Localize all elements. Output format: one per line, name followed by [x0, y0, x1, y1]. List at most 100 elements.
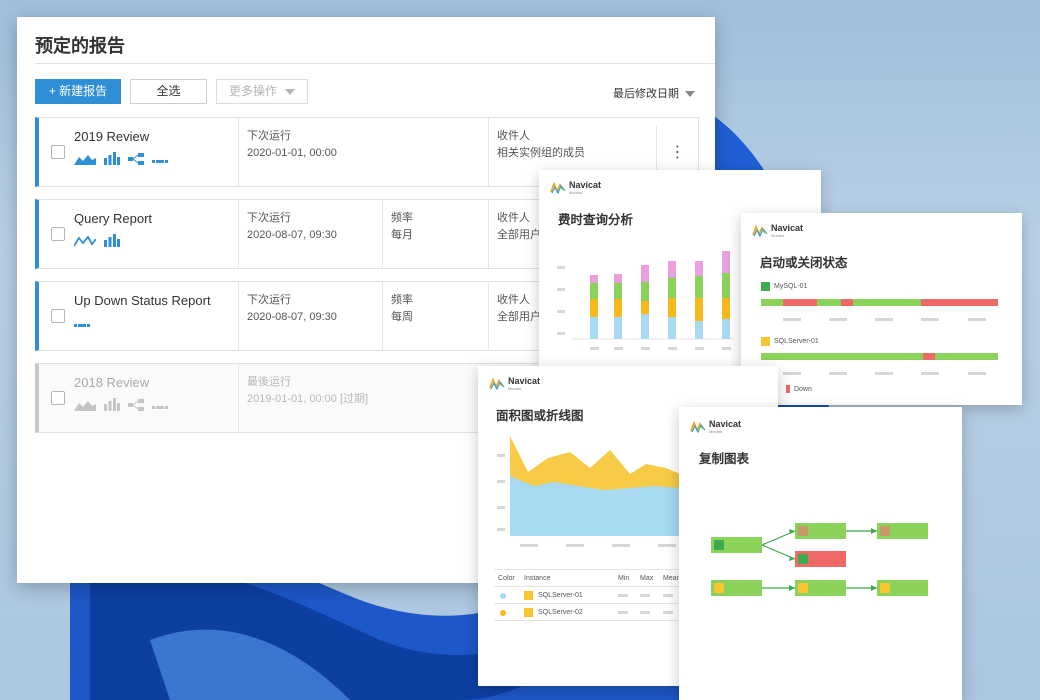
- next-run-label: 下次运行: [247, 212, 291, 224]
- report-chart-icons: [74, 151, 168, 165]
- card-title: 复制图表: [699, 452, 750, 466]
- status-bar-icon: [152, 406, 168, 409]
- last-run-label: 最後运行: [247, 376, 291, 388]
- frequency-label: 频率: [391, 294, 413, 306]
- recipients-value: 相关实例组的成员: [497, 147, 585, 159]
- series-label: SQLServer-01: [774, 338, 819, 345]
- up-down-status-card: Navicat Monitor 启动或关闭状态 MySQL-01 SQLServe…: [741, 213, 1022, 405]
- replication-topology: [711, 523, 928, 596]
- col-instance: Instance: [524, 575, 551, 582]
- series-label: MySQL-01: [774, 283, 808, 290]
- bar-chart-icon: [104, 152, 120, 165]
- next-run-label: 下次运行: [247, 294, 291, 306]
- logo-subtitle: Monitor: [508, 386, 522, 391]
- axis-tick: [695, 347, 704, 350]
- logo-brand: Navicat: [569, 180, 602, 190]
- area-chart-icon: [74, 155, 96, 165]
- axis-tick: [557, 266, 565, 269]
- next-run-value: 2020-08-07, 09:30: [247, 229, 337, 241]
- sqlserver-icon: [524, 608, 533, 617]
- axis-tick: [497, 528, 505, 531]
- col-mean: Mean: [663, 575, 681, 582]
- logo-subtitle: Monitor: [709, 429, 723, 434]
- next-run-value: 2020-01-01, 00:00: [247, 147, 337, 159]
- bar-group: [641, 265, 649, 339]
- chevron-down-icon: [685, 91, 695, 98]
- axis-tick: [658, 544, 676, 547]
- report-name: 2018 Review: [74, 375, 150, 390]
- value-placeholder: [640, 594, 650, 597]
- axis-tick: [612, 544, 630, 547]
- select-all-button[interactable]: 全选: [130, 79, 207, 104]
- next-run-column: 下次运行 2020-08-07, 09:30: [238, 200, 380, 268]
- axis-tick: [557, 310, 565, 313]
- axis-tick: [557, 332, 565, 335]
- instance-name: SQLServer-01: [538, 592, 583, 599]
- navicat-logo-icon: [752, 225, 768, 237]
- bar-group: [722, 251, 730, 339]
- axis-tick: [557, 288, 565, 291]
- report-chart-icons: [74, 233, 120, 247]
- bar-group: [695, 261, 703, 339]
- page-title: 预定的报告: [35, 36, 125, 56]
- legend-down: Down: [785, 385, 812, 393]
- sort-dropdown[interactable]: 最后修改日期: [613, 85, 695, 101]
- status-bar-icon: [74, 324, 90, 327]
- navicat-logo-icon: [489, 378, 505, 390]
- report-chart-icons: [74, 397, 168, 411]
- navicat-logo-icon: [550, 182, 566, 194]
- bar-chart-icon: [104, 398, 120, 411]
- status-bar-icon: [152, 160, 168, 163]
- value-placeholder: [640, 611, 650, 614]
- axis-tick: [590, 347, 599, 350]
- axis-tick: [497, 480, 505, 483]
- sqlserver-icon: [524, 591, 533, 600]
- chevron-down-icon: [285, 88, 295, 95]
- report-checkbox[interactable]: [51, 145, 65, 159]
- report-name: Up Down Status Report: [74, 293, 211, 308]
- navicat-logo: Navicat Monitor: [752, 224, 803, 238]
- new-report-button[interactable]: + 新建报告: [35, 79, 121, 104]
- sqlserver-status-bar: [761, 353, 998, 375]
- flow-chart-icon: [128, 153, 144, 165]
- divider: [35, 63, 715, 64]
- line-chart-icon: [74, 235, 96, 247]
- axis-tick: [614, 347, 623, 350]
- axis-tick: [641, 347, 650, 350]
- area-chart-icon: [74, 401, 96, 411]
- axis-tick: [668, 347, 677, 350]
- navicat-logo-icon: [690, 421, 706, 433]
- color-dot: [500, 593, 506, 599]
- report-checkbox[interactable]: [51, 391, 65, 405]
- report-name: 2019 Review: [74, 129, 150, 144]
- legend-down-label: Down: [793, 385, 812, 393]
- frequency-label: 频率: [391, 212, 413, 224]
- more-actions-button[interactable]: 更多操作: [216, 79, 308, 104]
- logo-subtitle: Monitor: [569, 190, 583, 195]
- report-checkbox[interactable]: [51, 309, 65, 323]
- axis-tick: [722, 347, 731, 350]
- next-run-label: 下次运行: [247, 130, 291, 142]
- sqlserver-instance-icon: [761, 337, 770, 346]
- axis-tick: [520, 544, 538, 547]
- col-color: Color: [498, 575, 515, 582]
- card-title: 面积图或折线图: [496, 409, 584, 423]
- axis-tick: [497, 506, 505, 509]
- value-placeholder: [618, 594, 628, 597]
- mysql-status-bar: [761, 299, 998, 321]
- card-title: 费时查询分析: [558, 213, 634, 227]
- frequency-value: 每月: [391, 229, 413, 241]
- flow-chart-icon: [128, 399, 144, 411]
- bar-group: [614, 274, 622, 339]
- replication-chart-card: Navicat Monitor 复制图表: [679, 407, 962, 700]
- frequency-value: 每周: [391, 311, 413, 323]
- recipients-label: 收件人: [497, 130, 530, 142]
- logo-brand: Navicat: [508, 376, 541, 386]
- report-checkbox[interactable]: [51, 227, 65, 241]
- logo-brand: Navicat: [709, 419, 742, 429]
- card-title: 启动或关闭状态: [760, 256, 848, 270]
- logo-subtitle: Monitor: [771, 233, 785, 238]
- report-chart-icons: [74, 315, 90, 329]
- bar-chart-icon: [104, 234, 120, 247]
- report-name: Query Report: [74, 211, 153, 226]
